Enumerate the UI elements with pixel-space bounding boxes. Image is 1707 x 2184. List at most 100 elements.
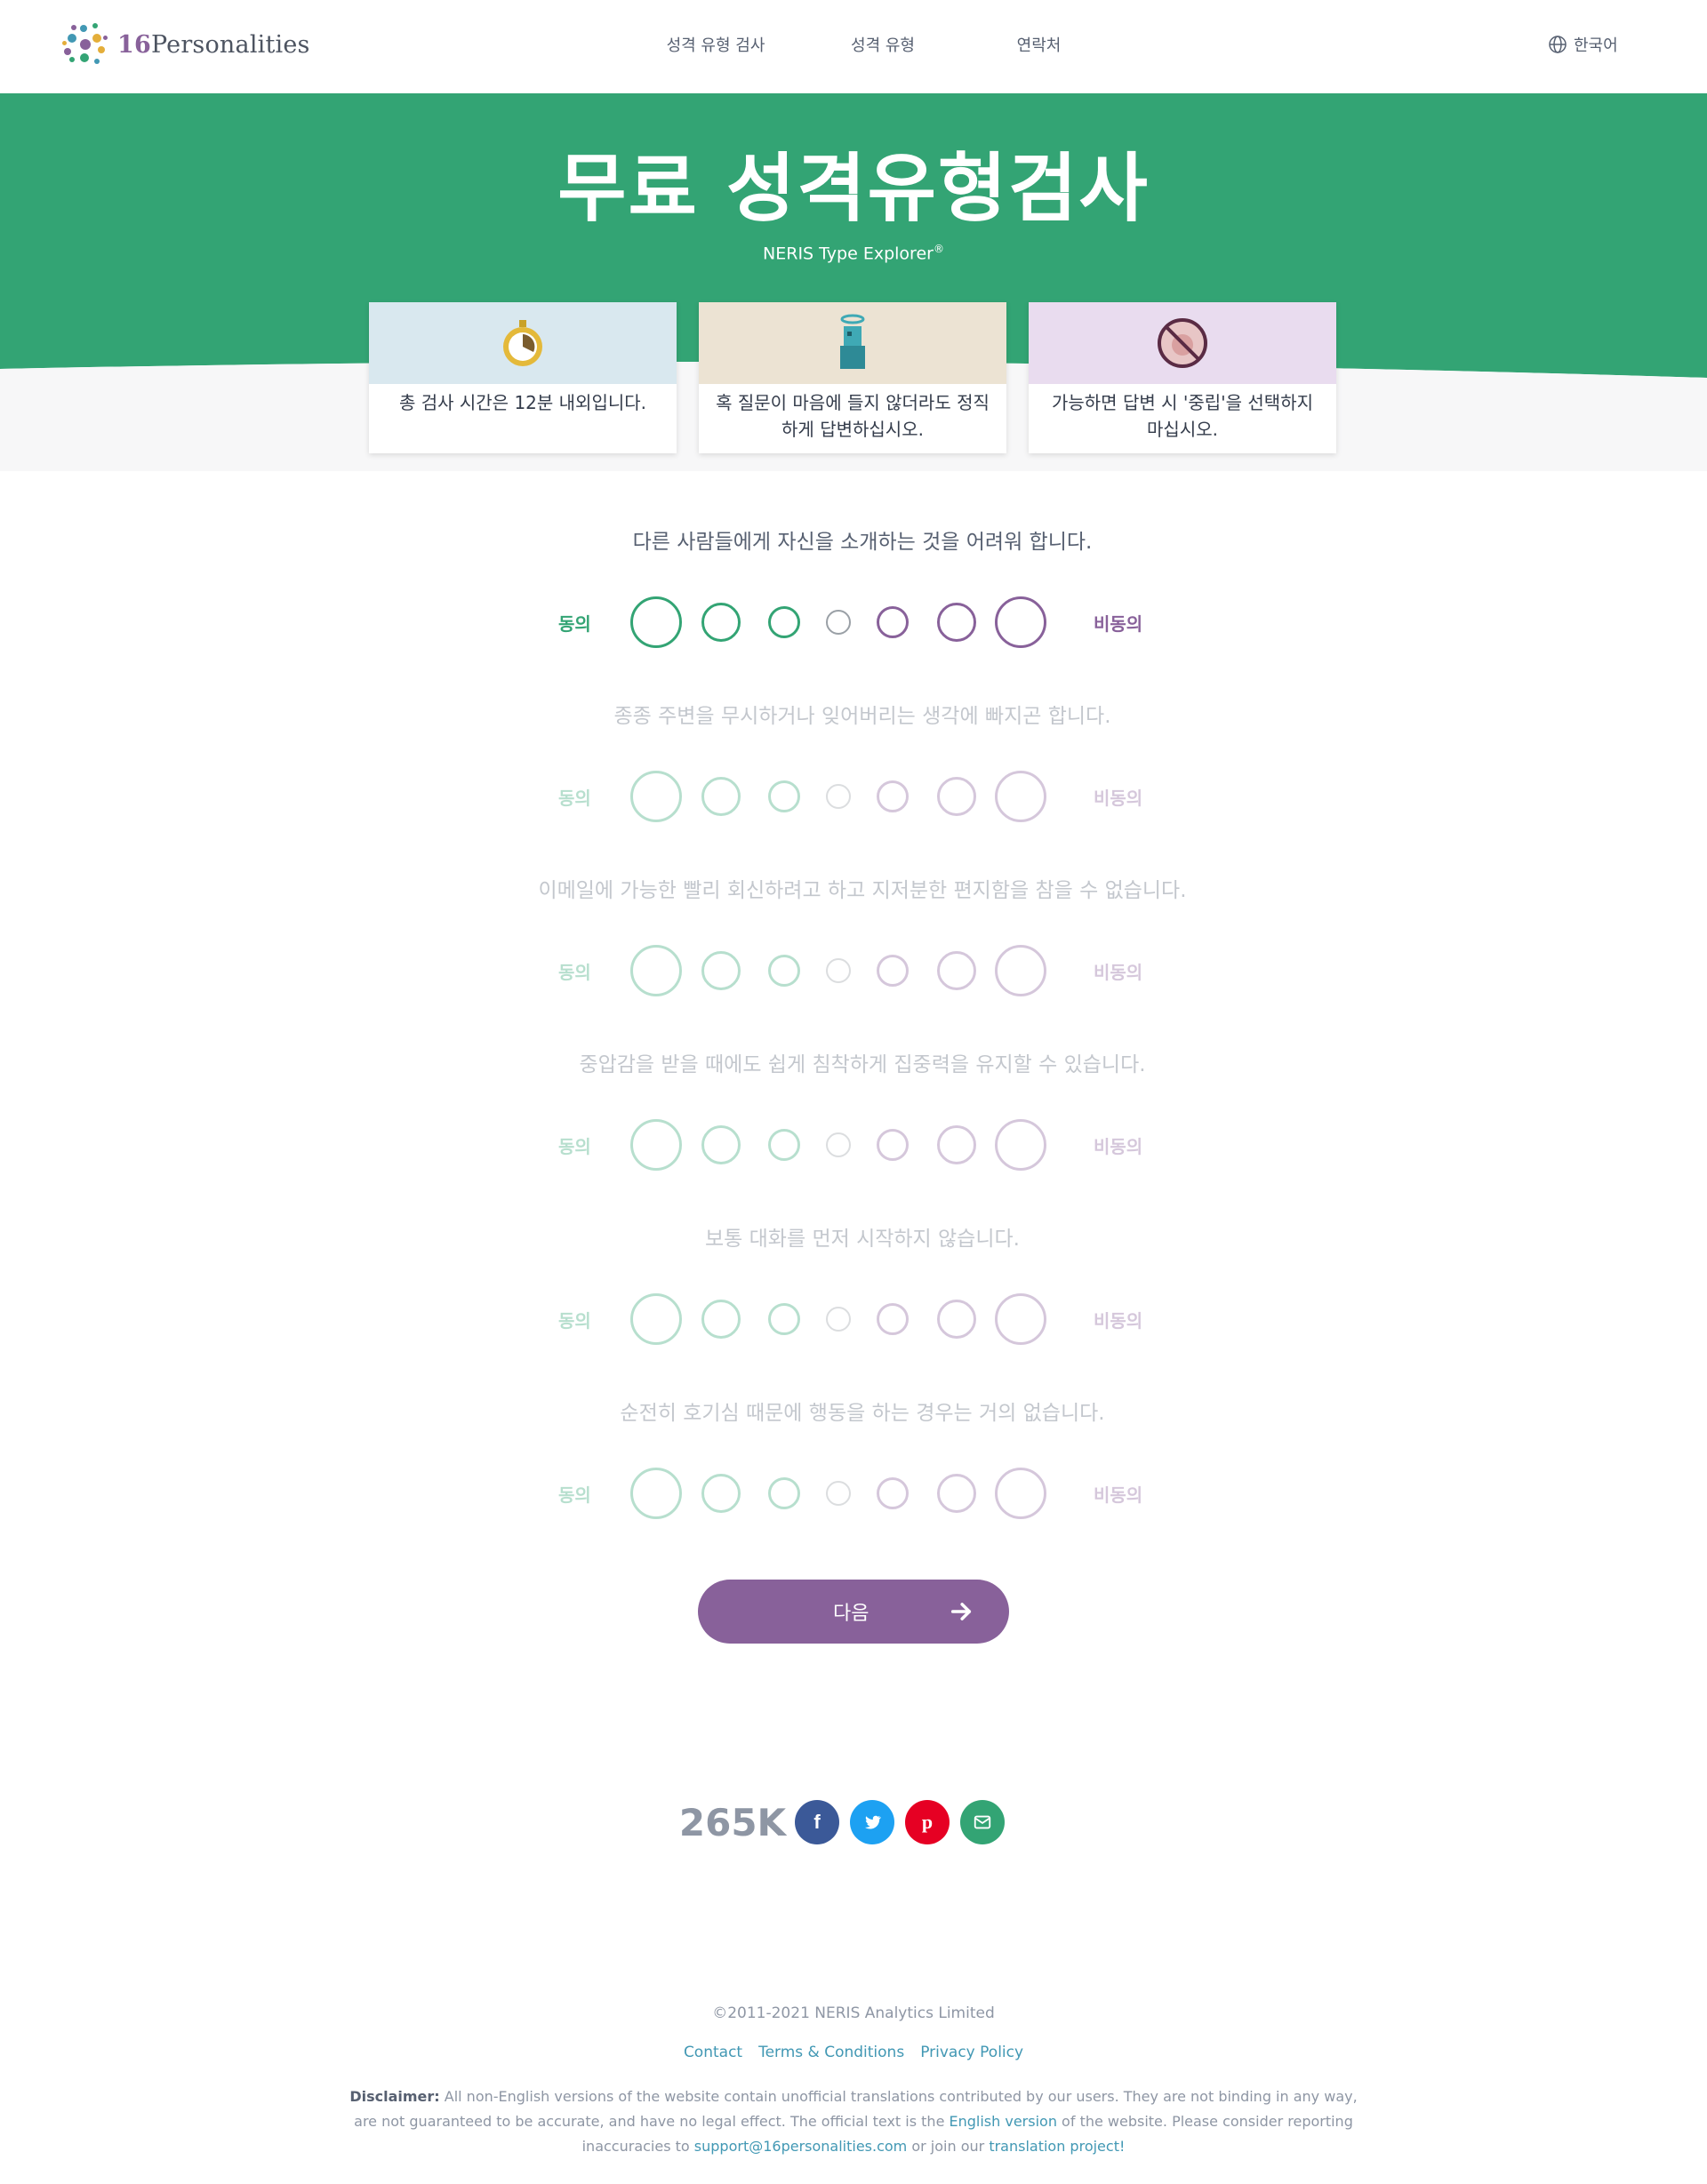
pinterest-share-button[interactable]: p — [905, 1800, 950, 1844]
answer-option-2[interactable] — [701, 1125, 741, 1164]
no-neutral-icon — [1158, 318, 1207, 368]
answer-option-1[interactable] — [630, 771, 682, 822]
question-text: 다른 사람들에게 자신을 소개하는 것을 어려워 합니다. — [632, 531, 1093, 554]
nav-contact[interactable]: 연락처 — [970, 12, 1108, 76]
logo-text: 16Personalities — [117, 31, 310, 59]
registered-mark: ® — [933, 243, 944, 255]
support-email-link[interactable]: support@16personalities.com — [694, 2138, 907, 2155]
answer-option-7[interactable] — [995, 771, 1046, 822]
main-nav: 성격 유형 검사 성격 유형 연락처 — [636, 12, 1108, 76]
nav-personality-test[interactable]: 성격 유형 검사 — [636, 12, 796, 76]
answer-option-2[interactable] — [701, 1474, 741, 1513]
agree-label: 동의 — [558, 613, 591, 635]
page-title: 무료 성격유형검사 — [557, 145, 1150, 232]
tip-text-neutral: 가능하면 답변 시 '중립'을 선택하지 마십시오. — [1051, 392, 1314, 440]
disclaimer-text-3: or join our — [907, 2138, 990, 2155]
answer-option-6[interactable] — [937, 1300, 976, 1339]
twitter-share-button[interactable] — [850, 1800, 894, 1844]
language-selector[interactable]: 한국어 — [1547, 12, 1618, 76]
share-bar: 265K f p — [676, 1787, 1027, 1858]
answer-option-4[interactable] — [826, 610, 851, 635]
answer-scale: 동의 비동의 — [329, 1109, 1396, 1180]
footer-link-privacy[interactable]: Privacy Policy — [920, 2044, 1023, 2061]
answer-option-5[interactable] — [877, 955, 909, 987]
answer-option-7[interactable] — [995, 1119, 1046, 1171]
answer-scale: 동의 비동의 — [329, 587, 1396, 658]
question-text: 보통 대화를 먼저 시작하지 않습니다. — [705, 1228, 1020, 1251]
answer-option-5[interactable] — [877, 780, 909, 812]
footer-link-contact[interactable]: Contact — [684, 2044, 742, 2061]
answer-option-1[interactable] — [630, 1468, 682, 1519]
answer-option-1[interactable] — [630, 945, 682, 996]
answer-option-2[interactable] — [701, 1300, 741, 1339]
translation-project-link[interactable]: translation project! — [989, 2138, 1125, 2155]
footer-links: Contact Terms & Conditions Privacy Polic… — [0, 2044, 1707, 2061]
answer-option-6[interactable] — [937, 951, 976, 990]
disagree-label: 비동의 — [1094, 1136, 1143, 1157]
answer-option-6[interactable] — [937, 1474, 976, 1513]
answer-option-1[interactable] — [630, 596, 682, 648]
answer-option-4[interactable] — [826, 784, 851, 809]
hero-section: 무료 성격유형검사 NERIS Type Explorer® 총 검사 시간은 … — [0, 93, 1707, 471]
answer-option-4[interactable] — [826, 958, 851, 983]
tip-card-neutral: 가능하면 답변 시 '중립'을 선택하지 마십시오. — [1029, 302, 1336, 453]
answer-option-2[interactable] — [701, 951, 741, 990]
share-buttons: f p — [795, 1800, 1005, 1844]
answer-option-7[interactable] — [995, 1468, 1046, 1519]
answer-option-5[interactable] — [877, 1477, 909, 1509]
agree-label: 동의 — [558, 1484, 591, 1506]
page-subtitle: NERIS Type Explorer® — [0, 243, 1707, 263]
disagree-label: 비동의 — [1094, 613, 1143, 635]
disclaimer: Disclaimer: All non-English versions of … — [347, 2084, 1360, 2159]
language-label: 한국어 — [1574, 36, 1618, 55]
email-share-button[interactable] — [960, 1800, 1005, 1844]
answer-option-4[interactable] — [826, 1481, 851, 1506]
answer-option-3[interactable] — [768, 606, 800, 638]
tips-cards: 총 검사 시간은 12분 내외입니다. 혹 질문이 마음에 들지 않더라도 정직… — [369, 302, 1338, 453]
answer-option-1[interactable] — [630, 1293, 682, 1345]
tip-card-time: 총 검사 시간은 12분 내외입니다. — [369, 302, 677, 453]
answer-option-5[interactable] — [877, 1129, 909, 1161]
answer-option-2[interactable] — [701, 603, 741, 642]
question-block: 다른 사람들에게 자신을 소개하는 것을 어려워 합니다. 동의 비동의 — [329, 498, 1396, 663]
answer-option-3[interactable] — [768, 780, 800, 812]
answer-option-3[interactable] — [768, 955, 800, 987]
question-text: 이메일에 가능한 빨리 회신하려고 하고 지저분한 편지함을 참을 수 없습니다… — [538, 879, 1187, 902]
stopwatch-icon — [503, 320, 542, 366]
next-button[interactable]: 다음 — [698, 1580, 1009, 1644]
agree-label: 동의 — [558, 1310, 591, 1332]
question-text: 종종 주변을 무시하거나 잊어버리는 생각에 빠지곤 합니다. — [613, 705, 1111, 728]
answer-option-7[interactable] — [995, 596, 1046, 648]
answer-option-1[interactable] — [630, 1119, 682, 1171]
copyright: ©2011-2021 NERIS Analytics Limited — [712, 2004, 995, 2022]
english-version-link[interactable]: English version — [950, 2113, 1057, 2130]
answer-option-2[interactable] — [701, 777, 741, 816]
answer-option-7[interactable] — [995, 945, 1046, 996]
answer-options — [621, 1284, 1074, 1355]
subtitle-text: NERIS Type Explorer — [763, 244, 934, 264]
answer-option-7[interactable] — [995, 1293, 1046, 1345]
answer-options — [621, 587, 1074, 658]
answer-scale: 동의 비동의 — [329, 935, 1396, 1006]
answer-option-6[interactable] — [937, 603, 976, 642]
answer-option-6[interactable] — [937, 1125, 976, 1164]
next-label: 다음 — [833, 1603, 870, 1625]
answer-option-4[interactable] — [826, 1307, 851, 1332]
nav-personality-types[interactable]: 성격 유형 — [803, 12, 963, 76]
answer-options — [621, 1458, 1074, 1529]
answer-option-5[interactable] — [877, 606, 909, 638]
facebook-icon: f — [813, 1811, 821, 1833]
facebook-share-button[interactable]: f — [795, 1800, 839, 1844]
pinterest-icon: p — [921, 1811, 934, 1833]
answer-option-3[interactable] — [768, 1303, 800, 1335]
footer-link-terms[interactable]: Terms & Conditions — [758, 2044, 904, 2061]
site-logo[interactable]: 16Personalities — [62, 18, 310, 71]
disagree-label: 비동의 — [1094, 788, 1143, 809]
answer-option-4[interactable] — [826, 1132, 851, 1157]
answer-option-3[interactable] — [768, 1129, 800, 1161]
questions-list: 다른 사람들에게 자신을 소개하는 것을 어려워 합니다. 동의 비동의 종종 주변을… — [329, 498, 1396, 1543]
answer-scale: 동의 비동의 — [329, 761, 1396, 832]
answer-option-3[interactable] — [768, 1477, 800, 1509]
answer-option-5[interactable] — [877, 1303, 909, 1335]
answer-option-6[interactable] — [937, 777, 976, 816]
